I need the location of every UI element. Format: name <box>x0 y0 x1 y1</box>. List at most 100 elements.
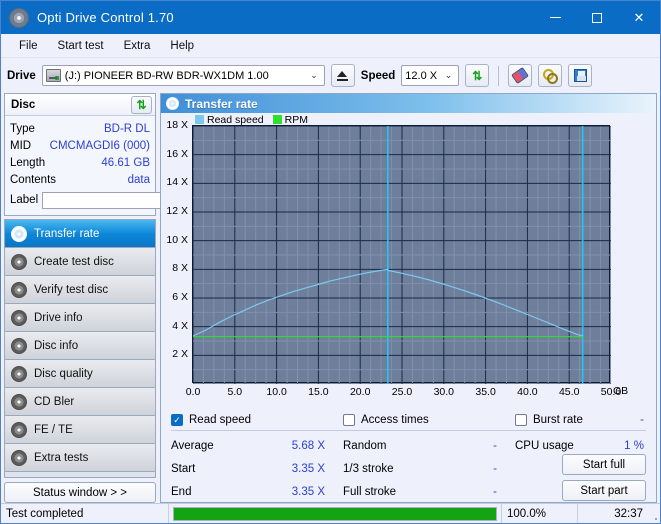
maximize-button[interactable] <box>576 1 618 34</box>
x-axis-labels: 0.05.010.015.020.025.030.035.040.045.050… <box>161 385 656 401</box>
access-times-toggle-row: Access times <box>343 412 515 431</box>
disc-row-key: MID <box>10 140 31 152</box>
disc-row-value: CMCMAGDI6 (000) <box>50 140 150 152</box>
disc-icon <box>166 97 179 110</box>
y-tick-label: 6 X <box>172 291 188 303</box>
sidebar-item-create-test-disc[interactable]: Create test disc <box>5 248 155 276</box>
erase-button[interactable] <box>508 64 532 87</box>
sidebar-item-disc-quality[interactable]: Disc quality <box>5 360 155 388</box>
disc-row-key: Contents <box>10 174 56 186</box>
access-times-label: Access times <box>361 414 429 426</box>
stat-key: Start <box>171 463 195 475</box>
plot-canvas[interactable] <box>192 125 610 383</box>
sidebar-item-disc-info[interactable]: Disc info <box>5 332 155 360</box>
refresh-button[interactable]: ⇅ <box>465 64 489 87</box>
disc-icon <box>11 282 27 298</box>
stat-value: 3.35 X <box>292 486 343 498</box>
eject-icon <box>337 71 348 81</box>
sidebar-item-label: FE / TE <box>34 424 73 436</box>
main-body: Disc ⇅ Type BD-R DL MID CMCMAGDI6 (000) … <box>1 93 660 503</box>
disc-row-value: BD-R DL <box>104 123 150 135</box>
nav-list: Transfer rate Create test disc Verify te… <box>4 219 156 478</box>
sidebar-item-label: Transfer rate <box>34 228 99 240</box>
menu-file[interactable]: File <box>9 37 48 55</box>
x-tick-label: 20.0 <box>350 386 370 398</box>
stat-value: 5.68 X <box>292 440 343 452</box>
start-full-button[interactable]: Start full <box>562 454 646 475</box>
speed-select[interactable]: 12.0 X ⌄ <box>401 65 459 86</box>
read-speed-toggle-row: ✓ Read speed <box>171 412 343 431</box>
chart-legend: Read speed RPM <box>195 114 308 126</box>
legend-item-read-speed: Read speed <box>195 114 264 126</box>
speed-label: Speed <box>361 70 396 82</box>
burst-rate-checkbox[interactable] <box>515 414 527 426</box>
stat-row-start: Start 3.35 X <box>171 457 343 480</box>
y-tick-label: 2 X <box>172 348 188 360</box>
sidebar-item-label: Drive info <box>34 312 83 324</box>
sidebar-item-drive-info[interactable]: Drive info <box>5 304 155 332</box>
stat-value: - <box>493 440 515 452</box>
stat-key: Average <box>171 440 214 452</box>
y-tick-label: 18 X <box>166 119 188 131</box>
stats-area: ✓ Read speed Average 5.68 X Start 3.35 X <box>161 405 656 507</box>
sidebar-item-transfer-rate[interactable]: Transfer rate <box>5 220 155 248</box>
y-axis-labels: 2 X4 X6 X8 X10 X12 X14 X16 X18 X <box>161 113 192 405</box>
stat-key: Random <box>343 440 386 452</box>
menu-help[interactable]: Help <box>160 37 204 55</box>
status-window-button[interactable]: Status window > > <box>4 482 156 503</box>
content-panel: Transfer rate Read speed RPM 2 X4 X6 X8 … <box>160 93 657 503</box>
y-tick-label: 4 X <box>172 320 188 332</box>
y-tick-label: 8 X <box>172 262 188 274</box>
minimize-button[interactable] <box>534 1 576 34</box>
stat-row-random: Random - <box>343 434 515 457</box>
drive-select[interactable]: (J:) PIONEER BD-RW BDR-WX1DM 1.00 ⌄ <box>42 65 325 86</box>
disc-icon <box>11 226 27 242</box>
drive-toolbar: Drive (J:) PIONEER BD-RW BDR-WX1DM 1.00 … <box>1 58 660 93</box>
sidebar-item-cd-bler[interactable]: CD Bler <box>5 388 155 416</box>
disc-row-type: Type BD-R DL <box>10 120 150 137</box>
chart-area: Read speed RPM 2 X 4 X 6 X 8 X 10 X 12 X 14 X 1… <box>161 113 656 405</box>
y-tick-label: 14 X <box>166 176 188 188</box>
chart-svg <box>193 126 611 384</box>
drive-select-value: (J:) PIONEER BD-RW BDR-WX1DM 1.00 <box>65 70 269 82</box>
speed-select-value: 12.0 X <box>405 70 437 82</box>
menu-bar: File Start test Extra Help <box>1 34 660 58</box>
burst-rate-value: - <box>640 414 646 426</box>
sidebar-item-extra-tests[interactable]: Extra tests <box>5 444 155 472</box>
disc-panel-header: Disc ⇅ <box>5 94 155 116</box>
action-buttons: Start full Start part <box>562 454 646 501</box>
window-controls: ✕ <box>534 1 660 34</box>
start-part-button[interactable]: Start part <box>562 480 646 501</box>
disc-icon <box>11 254 27 270</box>
stats-col-read-speed: ✓ Read speed Average 5.68 X Start 3.35 X <box>171 412 343 503</box>
disc-icon <box>11 366 27 382</box>
sidebar-item-verify-test-disc[interactable]: Verify test disc <box>5 276 155 304</box>
disc-row-key: Length <box>10 157 45 169</box>
toolbar-divider <box>498 66 499 86</box>
stat-row-end: End 3.35 X <box>171 480 343 503</box>
tools-button[interactable] <box>538 64 562 87</box>
drive-icon <box>46 69 61 82</box>
close-button[interactable]: ✕ <box>618 1 660 34</box>
sidebar-item-label: Disc quality <box>34 368 93 380</box>
disc-icon <box>11 422 27 438</box>
disc-refresh-button[interactable]: ⇅ <box>131 96 152 114</box>
x-tick-label: 35.0 <box>475 386 495 398</box>
y-tick-label: 10 X <box>166 234 188 246</box>
menu-extra[interactable]: Extra <box>114 37 161 55</box>
read-speed-checkbox[interactable]: ✓ <box>171 414 183 426</box>
nav-filler <box>5 472 155 478</box>
sidebar-item-fe-te[interactable]: FE / TE <box>5 416 155 444</box>
eject-button[interactable] <box>331 64 355 87</box>
y-tick-label: 12 X <box>166 205 188 217</box>
progress-fill <box>174 508 496 520</box>
stat-value: 1 % <box>624 440 646 452</box>
disc-row-contents: Contents data <box>10 171 150 188</box>
save-button[interactable] <box>568 64 592 87</box>
access-times-checkbox[interactable] <box>343 414 355 426</box>
chevron-down-icon: ⌄ <box>306 70 322 81</box>
menu-start-test[interactable]: Start test <box>48 37 114 55</box>
disc-row-key: Type <box>10 123 35 135</box>
drive-label: Drive <box>7 70 36 82</box>
legend-swatch <box>195 115 204 124</box>
